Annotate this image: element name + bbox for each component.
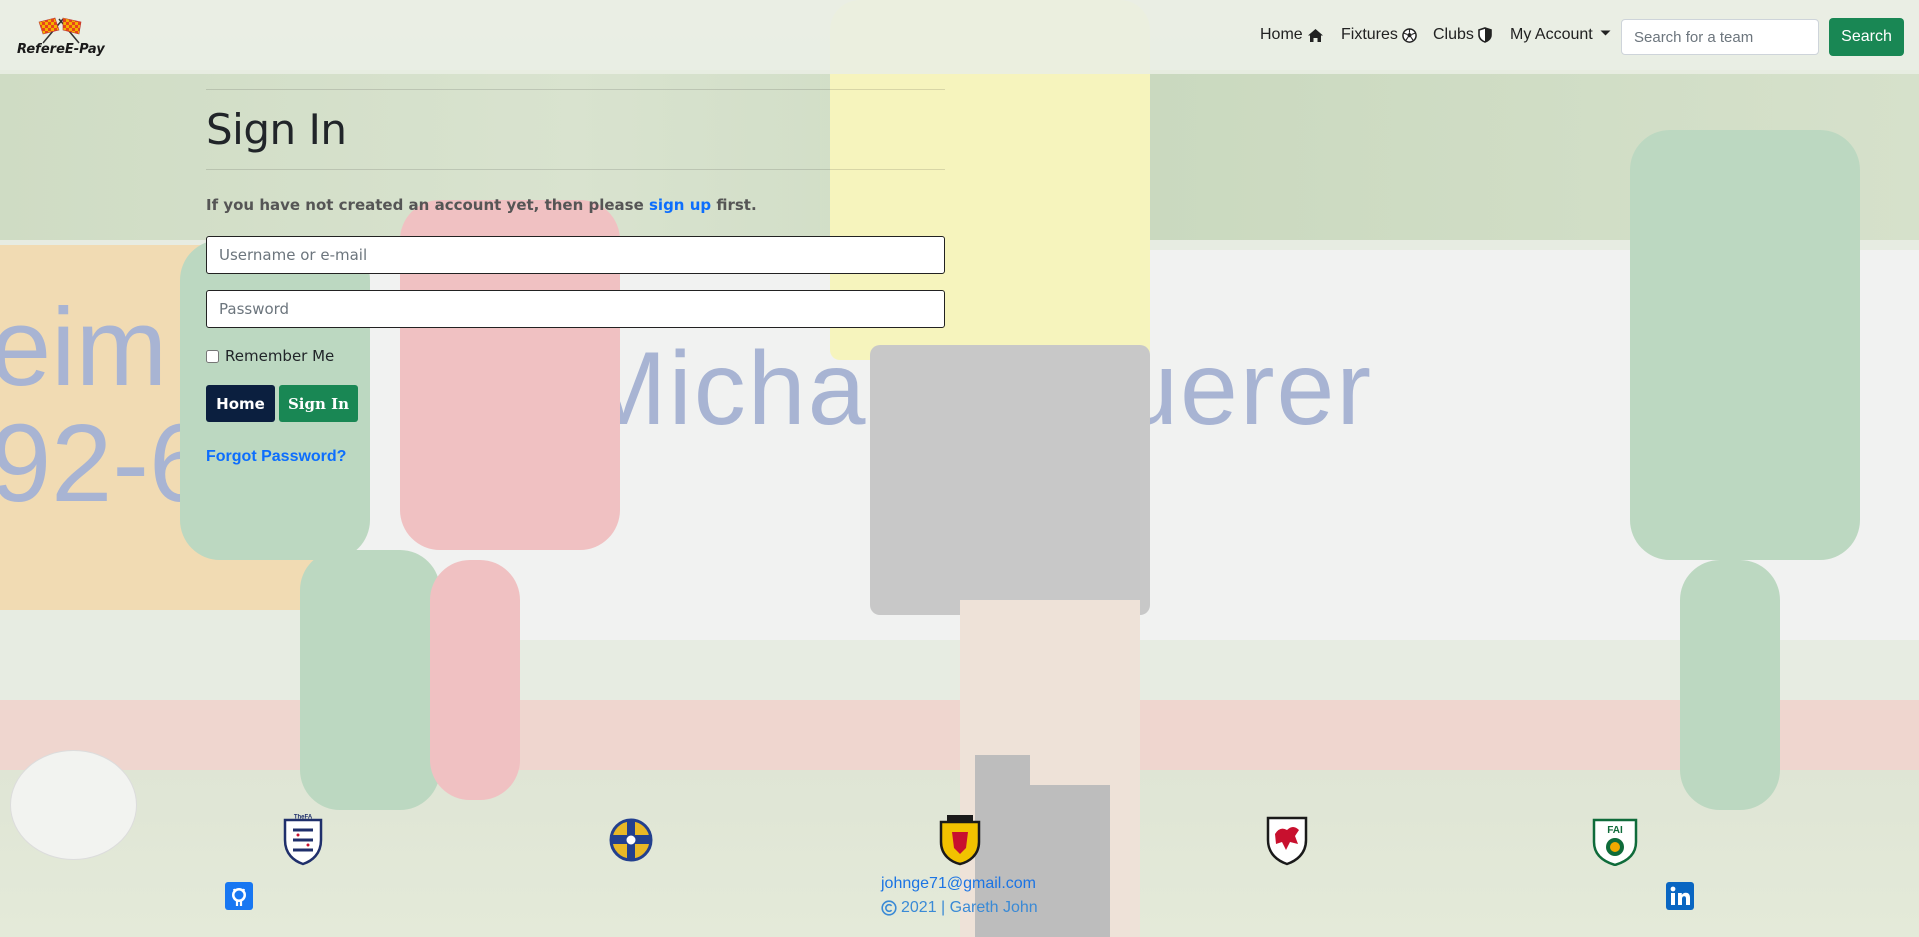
divider-bottom — [206, 169, 945, 170]
team-search-input[interactable] — [1621, 19, 1819, 55]
brand-name: RefereE-Pay — [17, 42, 105, 57]
nav-my-account[interactable]: My Account — [1510, 26, 1611, 44]
nav-clubs-label: Clubs — [1433, 26, 1474, 43]
checkered-flags-icon — [38, 17, 82, 44]
nav-my-account-label: My Account — [1510, 26, 1593, 43]
signup-prompt-suffix: first. — [711, 196, 757, 214]
nav-fixtures-label: Fixtures — [1341, 26, 1398, 43]
nav-clubs[interactable]: Clubs — [1433, 26, 1492, 44]
linkedin-icon[interactable] — [1666, 882, 1694, 910]
github-icon[interactable] — [225, 882, 253, 910]
top-navbar: RefereE-Pay Home Fixtures Clubs My Accou… — [0, 0, 1919, 74]
signup-prompt: If you have not created an account yet, … — [206, 196, 757, 214]
divider-top — [206, 89, 945, 90]
wales-fa-crest — [1266, 816, 1308, 866]
crest-text-thefa: TheFA — [294, 815, 313, 821]
remember-me[interactable]: Remember Me — [206, 347, 334, 365]
password-field[interactable] — [206, 290, 945, 328]
soccer-ball-icon — [1402, 27, 1417, 43]
crest-text-fai: FAI — [1607, 825, 1623, 836]
home-button[interactable]: Home — [206, 385, 275, 422]
username-field[interactable] — [206, 236, 945, 274]
copyright-icon — [881, 900, 897, 916]
england-fa-crest: TheFA — [283, 815, 323, 866]
signup-link[interactable]: sign up — [649, 196, 711, 214]
nav-fixtures[interactable]: Fixtures — [1341, 26, 1417, 44]
shield-icon — [1478, 27, 1492, 43]
nav-home[interactable]: Home — [1260, 26, 1324, 44]
house-icon — [1307, 28, 1323, 42]
copyright-text: 2021 | Gareth John — [901, 899, 1038, 916]
page-title: Sign In — [206, 105, 347, 154]
scotland-fa-crest — [939, 815, 981, 866]
forgot-password-link[interactable]: Forgot Password? — [206, 448, 346, 466]
ireland-fai-crest: FAI — [1592, 818, 1638, 866]
brand-logo[interactable]: RefereE-Pay — [17, 16, 107, 62]
contact-email-link[interactable]: johnge71@gmail.com — [881, 875, 1036, 893]
caret-down-icon — [1600, 30, 1611, 36]
nav-home-label: Home — [1260, 26, 1303, 43]
signin-button[interactable]: Sign In — [279, 385, 358, 422]
remember-me-checkbox[interactable] — [206, 349, 219, 363]
signin-section: Sign In If you have not created an accou… — [206, 89, 945, 465]
search-button[interactable]: Search — [1829, 18, 1904, 56]
copyright: 2021 | Gareth John — [881, 899, 1038, 917]
signup-prompt-prefix: If you have not created an account yet, … — [206, 196, 649, 214]
northern-ireland-fa-crest — [609, 818, 653, 862]
footer: TheFA FAI johnge71@gmail.com 2021 | Gare… — [0, 800, 1919, 937]
remember-me-label: Remember Me — [225, 347, 335, 365]
